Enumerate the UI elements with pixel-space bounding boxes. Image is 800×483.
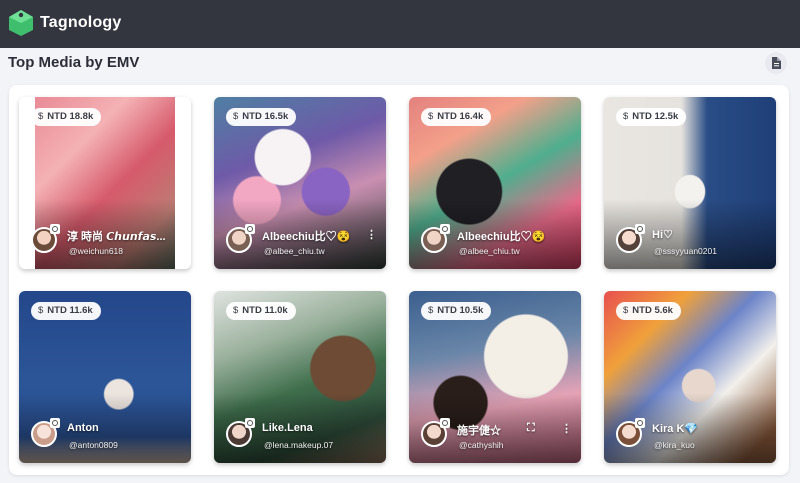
creator-handle[interactable]: @lena.makeup.07	[264, 440, 333, 450]
creator-name[interactable]: 施宇倢☆	[457, 422, 501, 438]
emv-badge: $ NTD 10.5k	[421, 302, 492, 320]
creator-name[interactable]: Kira K💎	[652, 422, 698, 435]
dollar-icon: $	[233, 305, 239, 316]
creator-name[interactable]: Albeechiu比♡😵	[262, 228, 350, 244]
creator-name[interactable]: Hi♡	[652, 228, 673, 241]
tagnology-logo-icon[interactable]	[8, 9, 34, 37]
emv-badge: $ NTD 11.6k	[31, 302, 101, 320]
creator-handle[interactable]: @weichun618	[69, 246, 123, 256]
media-card[interactable]: $ NTD 5.6k Kira K💎 @kira_kuo	[604, 291, 776, 463]
dollar-icon: $	[233, 111, 239, 122]
media-card[interactable]: $ NTD 16.4k Albeechiu比♡😵 @albee_chiu.tw	[409, 97, 581, 269]
media-card[interactable]: $ NTD 11.6k Anton @anton0809	[19, 291, 191, 463]
document-icon	[772, 57, 781, 69]
export-document-button[interactable]	[765, 52, 787, 74]
emv-value: NTD 5.6k	[632, 305, 673, 316]
instagram-icon	[440, 418, 450, 428]
creator-handle[interactable]: @albee_chiu.tw	[459, 246, 520, 256]
creator-name[interactable]: 淳 時尚 𝘾𝙝𝙪𝙣𝙛𝙖𝙨...	[67, 228, 166, 244]
instagram-icon	[245, 418, 255, 428]
dollar-icon: $	[428, 111, 434, 122]
emv-badge: $ NTD 12.5k	[616, 108, 687, 126]
instagram-icon	[50, 418, 60, 428]
dollar-icon: $	[38, 305, 44, 316]
instagram-icon	[635, 418, 645, 428]
dollar-icon: $	[38, 111, 44, 122]
creator-name[interactable]: Anton	[67, 422, 99, 434]
media-card[interactable]: $ NTD 18.8k 淳 時尚 𝘾𝙝𝙪𝙣𝙛𝙖𝙨... @weichun618	[19, 97, 191, 269]
emv-value: NTD 16.5k	[242, 111, 289, 122]
emv-badge: $ NTD 16.4k	[421, 108, 492, 126]
instagram-icon	[50, 224, 60, 234]
media-card[interactable]: $ NTD 10.5k 施宇倢☆ @cathyshih ⛶ ⋮	[409, 291, 581, 463]
top-media-panel: $ NTD 18.8k 淳 時尚 𝘾𝙝𝙪𝙣𝙛𝙖𝙨... @weichun618 $…	[9, 85, 789, 475]
emv-value: NTD 10.5k	[437, 305, 484, 316]
top-navigation-bar: Tagnology	[0, 0, 800, 48]
creator-handle[interactable]: @albee_chiu.tw	[264, 246, 325, 256]
emv-value: NTD 12.5k	[632, 111, 679, 122]
creator-name[interactable]: Albeechiu比♡😵	[457, 228, 545, 244]
emv-badge: $ NTD 11.0k	[226, 302, 296, 320]
dollar-icon: $	[623, 111, 629, 122]
emv-badge: $ NTD 5.6k	[616, 302, 681, 320]
emv-value: NTD 11.6k	[47, 305, 93, 316]
fullscreen-icon[interactable]: ⛶	[527, 422, 535, 435]
instagram-icon	[440, 224, 450, 234]
instagram-icon	[635, 224, 645, 234]
dollar-icon: $	[428, 305, 434, 316]
creator-handle[interactable]: @kira_kuo	[654, 440, 695, 450]
creator-handle[interactable]: @anton0809	[69, 440, 118, 450]
emv-value: NTD 11.0k	[242, 305, 288, 316]
emv-badge: $ NTD 16.5k	[226, 108, 297, 126]
media-card[interactable]: $ NTD 16.5k Albeechiu比♡😵 @albee_chiu.tw ⋮	[214, 97, 386, 269]
media-card[interactable]: $ NTD 12.5k Hi♡ @sssyyuan0201	[604, 97, 776, 269]
page-title: Top Media by EMV	[8, 54, 140, 71]
creator-handle[interactable]: @cathyshih	[459, 440, 504, 450]
dollar-icon: $	[623, 305, 629, 316]
creator-handle[interactable]: @sssyyuan0201	[654, 246, 717, 256]
creator-name[interactable]: Like.Lena	[262, 422, 313, 434]
emv-value: NTD 18.8k	[47, 111, 94, 122]
emv-badge: $ NTD 18.8k	[31, 108, 102, 126]
more-vert-icon[interactable]: ⋮	[366, 228, 377, 241]
instagram-icon	[245, 224, 255, 234]
media-card[interactable]: $ NTD 11.0k Like.Lena @lena.makeup.07	[214, 291, 386, 463]
app-brand-name[interactable]: Tagnology	[40, 14, 122, 32]
more-vert-icon[interactable]: ⋮	[561, 422, 572, 435]
emv-value: NTD 16.4k	[437, 111, 484, 122]
